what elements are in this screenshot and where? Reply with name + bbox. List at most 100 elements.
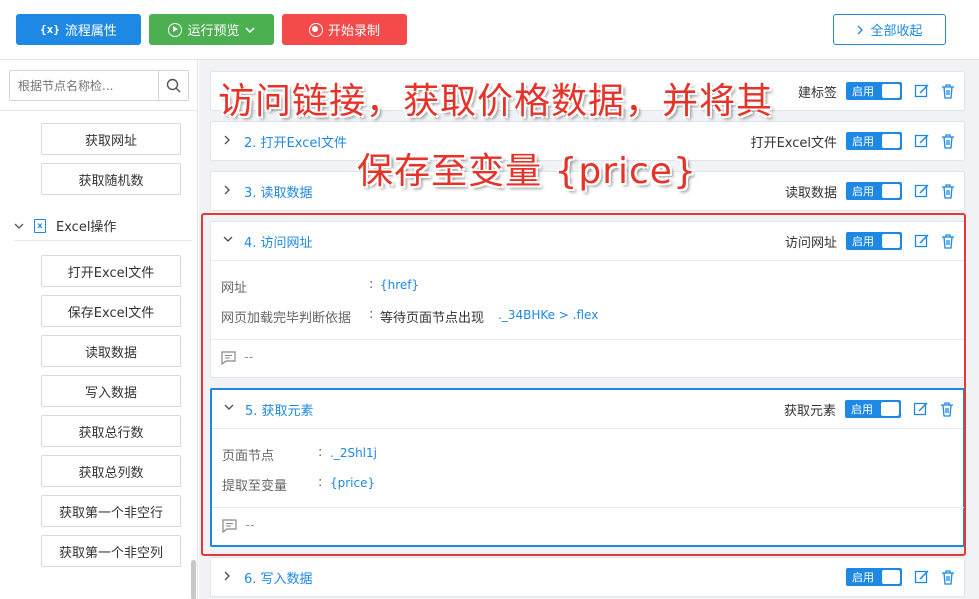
node-search-input[interactable] (10, 71, 158, 100)
toggle-knob (881, 402, 899, 416)
record-icon (308, 22, 323, 37)
chevron-down-icon[interactable] (222, 234, 234, 244)
chevron-right-icon[interactable] (222, 570, 232, 582)
prop-value: ._2Shl1j (330, 446, 377, 460)
node-get-random[interactable]: 获取随机数 (41, 163, 181, 195)
node-row-count[interactable]: 获取总行数 (41, 415, 181, 447)
prop-colon: : (318, 445, 323, 460)
prop-label: 网页加载完毕判断依据 (221, 311, 352, 326)
toggle-knob (882, 234, 900, 248)
delete-icon[interactable] (940, 233, 956, 249)
enable-toggle[interactable]: 启用 (846, 232, 902, 250)
toggle-label: 启用 (852, 235, 874, 248)
collapse-all-label: 全部收起 (870, 24, 923, 39)
step-body: 页面节点 : ._2Shl1j 提取至变量 : {price} -- (212, 428, 967, 545)
step-type: 获取元素 (783, 403, 836, 419)
node-col-count[interactable]: 获取总列数 (41, 455, 181, 487)
start-record-button[interactable]: 开始录制 (282, 14, 407, 45)
edit-icon[interactable] (914, 569, 930, 585)
edit-icon[interactable] (913, 401, 929, 417)
prop-colon: : (318, 475, 323, 490)
delete-icon[interactable] (939, 401, 955, 417)
chevron-down-icon (244, 26, 255, 33)
chevron-right-icon[interactable] (222, 134, 232, 146)
prop-colon: : (369, 277, 374, 292)
node-write-data[interactable]: 写入数据 (41, 375, 181, 407)
step-title[interactable]: 4. 访问网址 (244, 232, 313, 251)
delete-icon[interactable] (940, 183, 956, 199)
chevron-right-icon (858, 25, 864, 34)
toggle-label: 启用 (851, 403, 873, 416)
top-toolbar: {x} 流程属性 运行预览 开始录制 全部收起 (0, 0, 979, 60)
delete-icon[interactable] (940, 569, 956, 585)
group-excel[interactable]: x Excel操作 (14, 211, 192, 241)
annotation-line-1: 访问链接，获取价格数据，并将其 (218, 81, 774, 122)
comment-icon (222, 518, 237, 533)
step-header[interactable]: 4. 访问网址 访问网址 启用 (211, 222, 964, 260)
prop-label: 网址 (221, 281, 248, 296)
play-circle-icon (168, 22, 183, 37)
delete-icon[interactable] (940, 133, 956, 149)
step-6[interactable]: 6. 写入数据 启用 (210, 557, 965, 597)
toggle-label: 启用 (852, 185, 874, 198)
flow-properties-button[interactable]: {x} 流程属性 (16, 14, 141, 45)
node-get-url[interactable]: 获取网址 (41, 123, 181, 155)
node-first-nonempty-row[interactable]: 获取第一个非空行 (41, 495, 181, 527)
enable-toggle[interactable]: 启用 (846, 82, 902, 100)
comment-row[interactable]: -- (222, 518, 254, 533)
edit-icon[interactable] (914, 133, 930, 149)
edit-icon[interactable] (914, 183, 930, 199)
enable-toggle[interactable]: 启用 (846, 132, 902, 150)
prop-value: {price} (330, 476, 376, 490)
step-header[interactable]: 6. 写入数据 启用 (211, 558, 964, 596)
chevron-down-icon[interactable] (223, 402, 235, 412)
prop-value-prefix: 等待页面节点出现 (380, 311, 485, 326)
prop-colon: : (369, 307, 374, 322)
step-title[interactable]: 3. 读取数据 (244, 182, 313, 201)
node-read-data[interactable]: 读取数据 (41, 335, 181, 367)
chevron-right-icon[interactable] (222, 184, 232, 196)
run-preview-button[interactable]: 运行预览 (149, 14, 274, 45)
enable-toggle[interactable]: 启用 (845, 400, 901, 418)
flow-properties-label: 流程属性 (64, 24, 117, 39)
variable-braces-icon: {x} (40, 23, 60, 36)
search-button[interactable] (158, 71, 188, 100)
edit-icon[interactable] (914, 83, 930, 99)
flow-canvas: 建标签 启用 2. 打开Excel文件 打开Excel文件 启用 3. 读取数据… (199, 60, 979, 599)
step-5[interactable]: 5. 获取元素 获取元素 启用 页面节点 : ._2Shl1j 提取至变量 : … (210, 388, 967, 547)
step-type: 建标签 (797, 85, 837, 101)
sidebar-divider (0, 110, 197, 111)
prop-value: ._34BHKe > .flex (498, 308, 599, 322)
toggle-label: 启用 (852, 571, 874, 584)
toggle-knob (882, 184, 900, 198)
comment-icon (221, 350, 236, 365)
divider (211, 339, 966, 340)
chevron-down-icon (14, 223, 24, 229)
toggle-knob (882, 84, 900, 98)
node-search-box (9, 70, 189, 101)
run-preview-label: 运行预览 (187, 24, 240, 39)
step-title[interactable]: 2. 打开Excel文件 (244, 132, 347, 151)
step-title[interactable]: 5. 获取元素 (245, 400, 314, 419)
prop-label: 页面节点 (222, 449, 275, 464)
toggle-knob (882, 134, 900, 148)
comment-row[interactable]: -- (221, 350, 253, 365)
delete-icon[interactable] (940, 83, 956, 99)
node-save-excel[interactable]: 保存Excel文件 (41, 295, 181, 327)
step-type: 访问网址 (784, 235, 837, 251)
toggle-label: 启用 (852, 85, 874, 98)
step-header[interactable]: 5. 获取元素 获取元素 启用 (212, 390, 963, 428)
prop-value: {href} (380, 278, 420, 292)
enable-toggle[interactable]: 启用 (846, 182, 902, 200)
sidebar-scrollbar[interactable] (191, 560, 196, 599)
step-4[interactable]: 4. 访问网址 访问网址 启用 网址 : {href} 网页加载完毕判断依据 :… (210, 221, 966, 378)
edit-icon[interactable] (914, 233, 930, 249)
node-open-excel[interactable]: 打开Excel文件 (41, 255, 181, 287)
group-excel-label: Excel操作 (56, 220, 117, 235)
comment-text: -- (244, 350, 254, 365)
collapse-all-button[interactable]: 全部收起 (833, 14, 946, 45)
toggle-knob (882, 570, 900, 584)
node-first-nonempty-col[interactable]: 获取第一个非空列 (41, 535, 181, 567)
enable-toggle[interactable]: 启用 (846, 568, 902, 586)
step-title[interactable]: 6. 写入数据 (244, 568, 313, 587)
